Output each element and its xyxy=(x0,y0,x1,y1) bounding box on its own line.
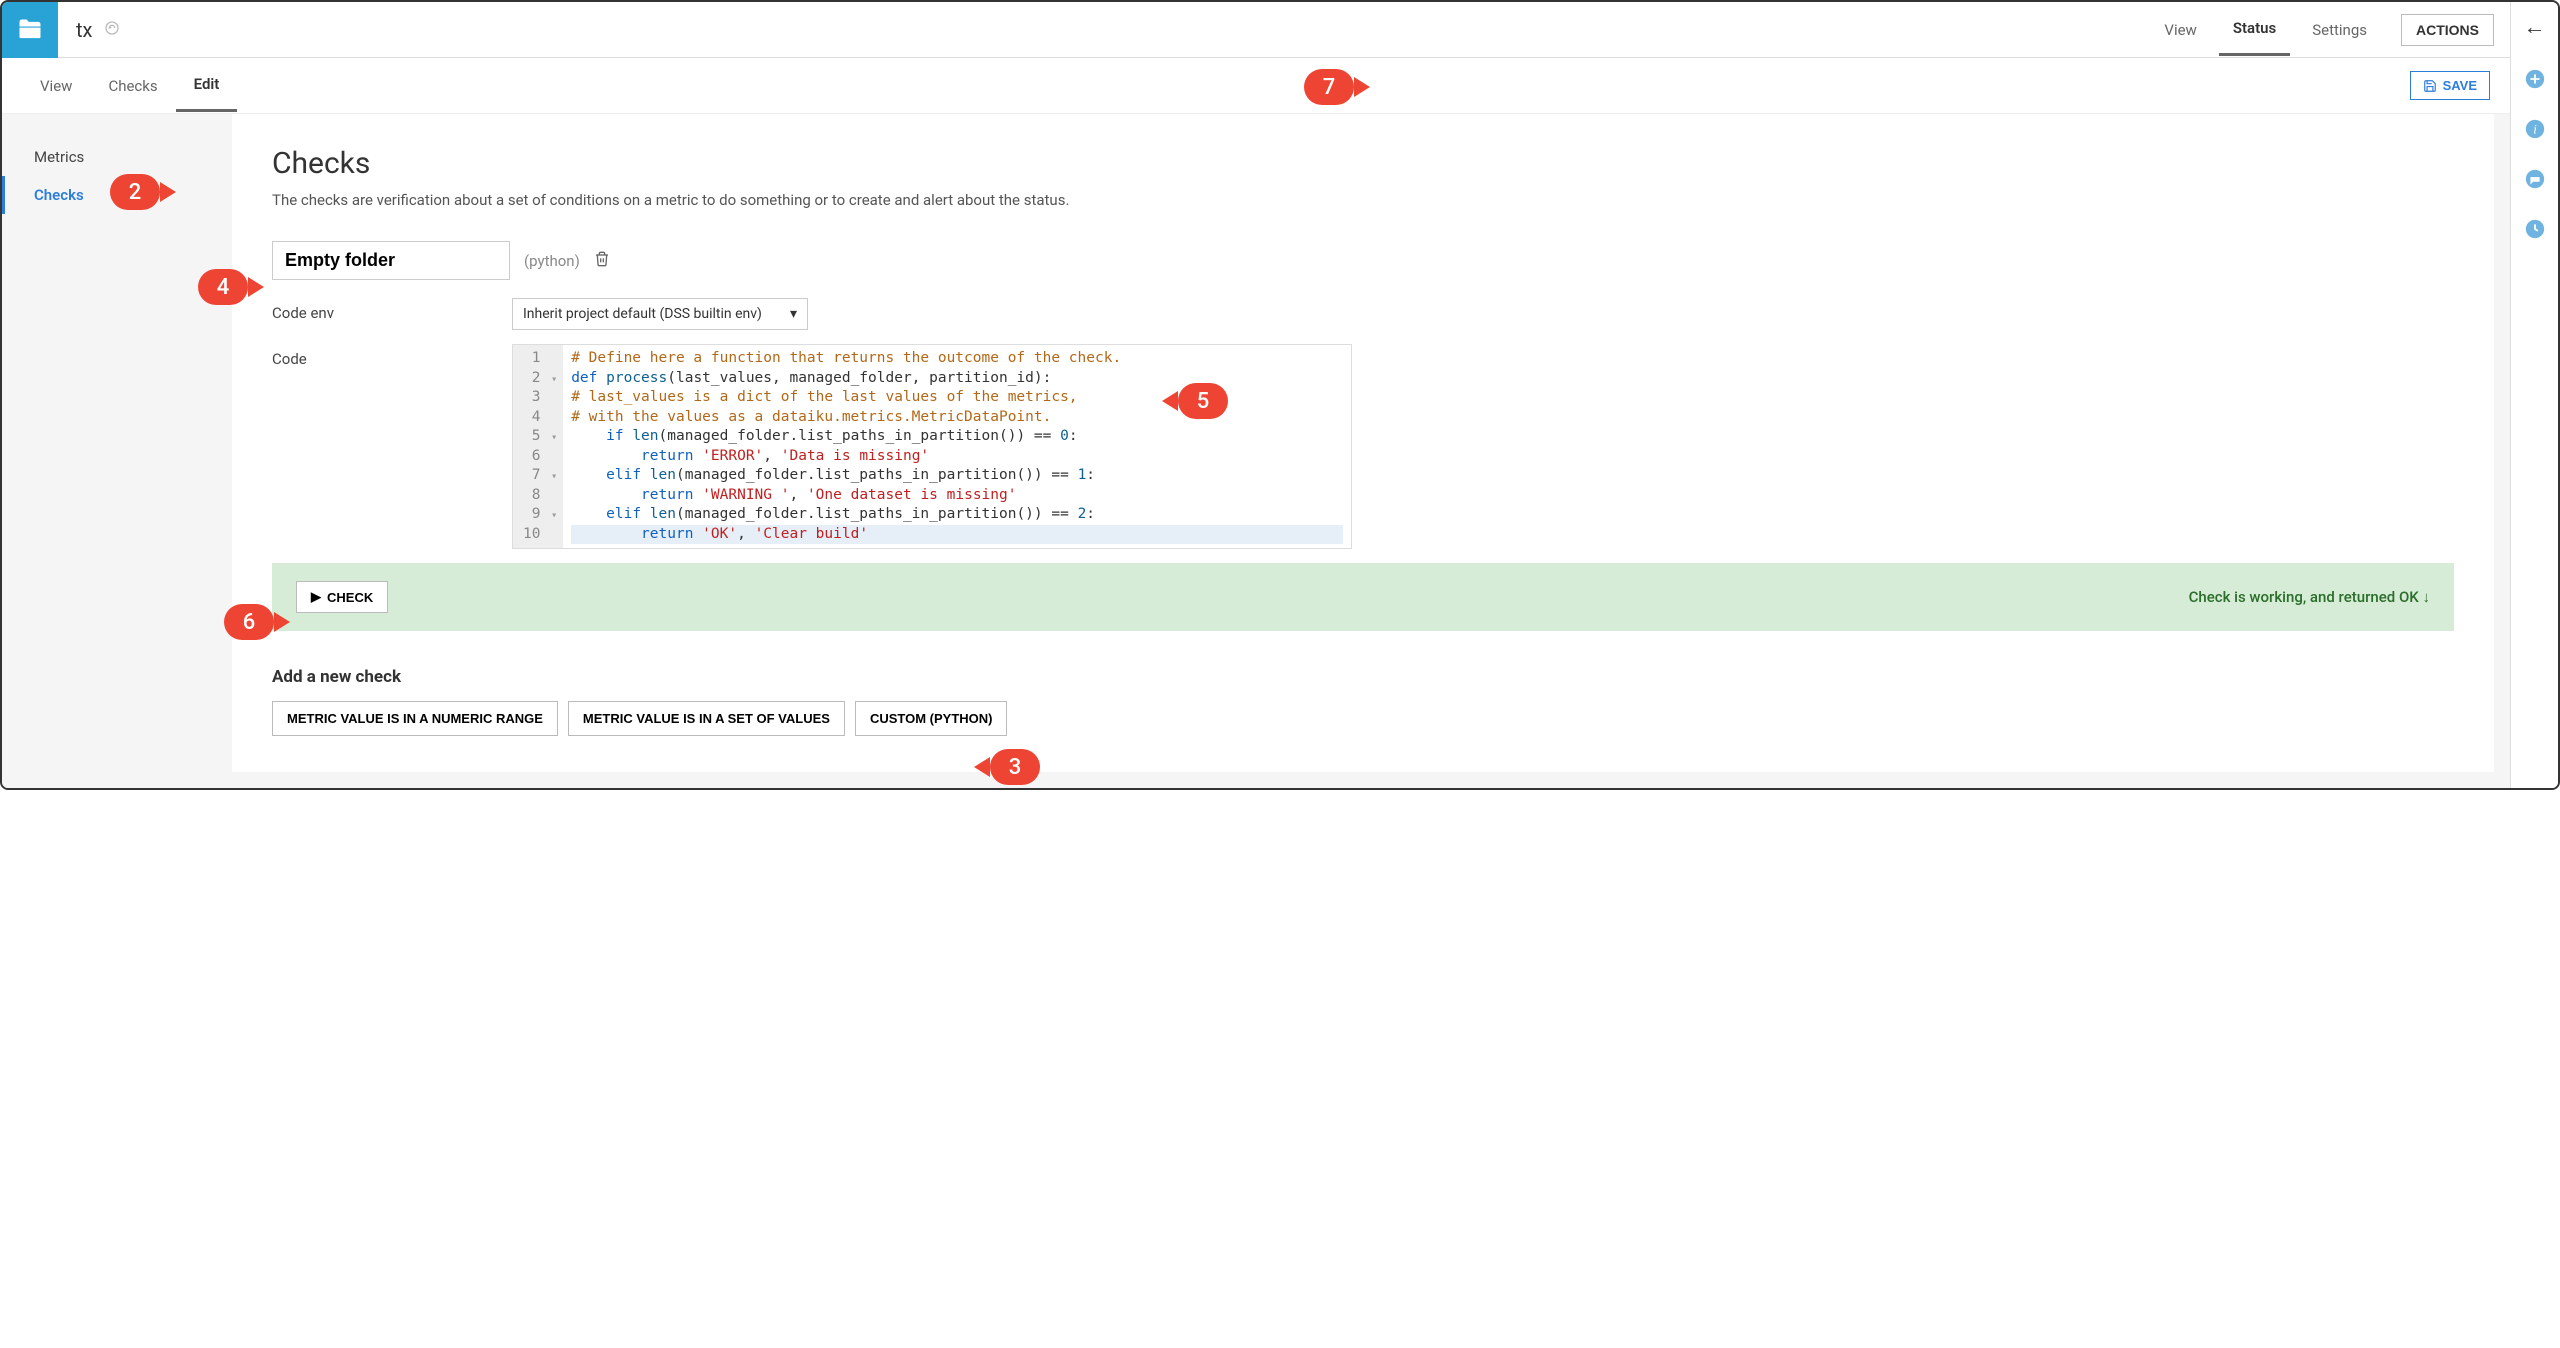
code-env-value: Inherit project default (DSS builtin env… xyxy=(523,306,762,322)
main-panel: Checks The checks are verification about… xyxy=(232,114,2494,772)
top-nav: View Status Settings ACTIONS xyxy=(2150,3,2510,56)
callout-4: 4 xyxy=(198,269,248,305)
callout-2: 2 xyxy=(110,174,160,210)
svg-text:i: i xyxy=(2533,123,2537,137)
subnav-checks[interactable]: Checks xyxy=(90,61,175,111)
panel-title: Checks xyxy=(272,146,2454,181)
callout-6: 6 xyxy=(224,604,274,640)
play-icon: ▶ xyxy=(311,589,321,605)
top-bar: tx View Status Settings ACTIONS xyxy=(2,2,2510,58)
save-icon xyxy=(2423,79,2437,93)
nav-settings[interactable]: Settings xyxy=(2298,5,2381,55)
chevron-down-icon[interactable]: ↓ xyxy=(2423,588,2431,606)
sidebar-item-metrics[interactable]: Metrics xyxy=(2,138,232,176)
trash-icon[interactable] xyxy=(594,251,610,271)
run-check-button[interactable]: ▶ CHECK xyxy=(296,581,388,613)
right-rail: ← i xyxy=(2510,2,2558,788)
language-label: (python) xyxy=(524,252,580,270)
callout-7: 7 xyxy=(1304,69,1354,105)
check-name-input[interactable] xyxy=(272,241,510,280)
save-button[interactable]: SAVE xyxy=(2410,71,2490,100)
subnav-view[interactable]: View xyxy=(22,61,90,111)
page-title: tx xyxy=(58,18,92,42)
chevron-down-icon: ▾ xyxy=(790,306,797,322)
info-icon[interactable]: i xyxy=(2524,118,2546,140)
result-text: Check is working, and returned OK ↓ xyxy=(2189,588,2430,606)
subnav-edit[interactable]: Edit xyxy=(176,59,238,112)
code-env-label: Code env xyxy=(272,298,512,322)
add-check-title: Add a new check xyxy=(272,667,2454,687)
run-check-label: CHECK xyxy=(327,590,373,605)
add-custom-python-button[interactable]: CUSTOM (PYTHON) xyxy=(855,701,1008,736)
nav-status[interactable]: Status xyxy=(2219,3,2290,56)
gutter: 1 2 ▾3 4 5 ▾6 7 ▾8 9 ▾10 xyxy=(513,345,563,548)
chat-icon[interactable] xyxy=(2524,168,2546,190)
sub-bar: View Checks Edit SAVE xyxy=(2,58,2510,114)
plus-circle-icon[interactable] xyxy=(2524,68,2546,90)
save-label: SAVE xyxy=(2443,78,2477,93)
add-numeric-range-button[interactable]: METRIC VALUE IS IN A NUMERIC RANGE xyxy=(272,701,558,736)
result-bar: ▶ CHECK Check is working, and returned O… xyxy=(272,563,2454,631)
clock-icon[interactable] xyxy=(2524,218,2546,240)
nav-view[interactable]: View xyxy=(2150,5,2210,55)
sidebar: Metrics Checks xyxy=(2,114,232,788)
back-arrow-icon[interactable]: ← xyxy=(2524,14,2546,40)
panel-description: The checks are verification about a set … xyxy=(272,191,2454,209)
add-set-values-button[interactable]: METRIC VALUE IS IN A SET OF VALUES xyxy=(568,701,845,736)
actions-button[interactable]: ACTIONS xyxy=(2401,14,2494,46)
callout-3: 3 xyxy=(990,749,1040,785)
code-env-select[interactable]: Inherit project default (DSS builtin env… xyxy=(512,298,808,330)
callout-5: 5 xyxy=(1178,383,1228,419)
folder-icon[interactable] xyxy=(2,2,58,58)
code-editor[interactable]: 1 2 ▾3 4 5 ▾6 7 ▾8 9 ▾10 # Define here a… xyxy=(512,344,1352,549)
code-label: Code xyxy=(272,344,512,368)
sync-icon[interactable] xyxy=(104,20,120,40)
code-body[interactable]: # Define here a function that returns th… xyxy=(563,345,1351,548)
